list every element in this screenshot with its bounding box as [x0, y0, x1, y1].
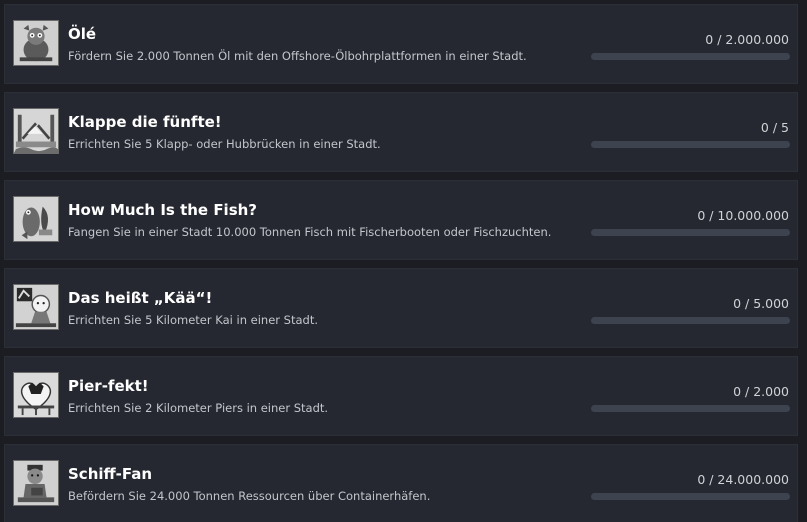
container-ship-icon	[13, 460, 59, 506]
achievement-title: Schiff-Fan	[68, 465, 153, 483]
quay-icon	[13, 284, 59, 330]
achievement-title: Ölé	[68, 25, 97, 43]
progress-bar	[591, 53, 790, 60]
progress-bar	[591, 493, 790, 500]
achievement-progress-text: 0 / 5	[760, 120, 789, 135]
achievement-card[interactable]: Schiff-Fan Befördern Sie 24.000 Tonnen R…	[4, 444, 798, 522]
achievement-card[interactable]: Ölé Fördern Sie 2.000 Tonnen Öl mit den …	[4, 4, 798, 84]
achievement-description: Errichten Sie 5 Klapp- oder Hubbrücken i…	[68, 137, 381, 151]
achievement-description: Errichten Sie 5 Kilometer Kai in einer S…	[68, 313, 318, 327]
progress-bar	[591, 141, 790, 148]
achievement-description: Befördern Sie 24.000 Tonnen Ressourcen ü…	[68, 489, 431, 503]
drawbridge-icon	[13, 108, 59, 154]
achievement-progress-text: 0 / 2.000.000	[705, 32, 789, 47]
achievement-progress-text: 0 / 10.000.000	[697, 208, 789, 223]
fish-icon	[13, 196, 59, 242]
achievement-title: Pier-fekt!	[68, 377, 149, 395]
achievement-card[interactable]: Klappe die fünfte! Errichten Sie 5 Klapp…	[4, 92, 798, 172]
achievement-title: Das heißt „Kää“!	[68, 289, 213, 307]
progress-bar	[591, 229, 790, 236]
achievement-card[interactable]: Das heißt „Kää“! Errichten Sie 5 Kilomet…	[4, 268, 798, 348]
achievement-description: Fangen Sie in einer Stadt 10.000 Tonnen …	[68, 225, 552, 239]
progress-bar	[591, 405, 790, 412]
achievement-description: Fördern Sie 2.000 Tonnen Öl mit den Offs…	[68, 49, 527, 63]
oil-platform-icon	[13, 20, 59, 66]
achievement-list: Ölé Fördern Sie 2.000 Tonnen Öl mit den …	[0, 0, 807, 522]
achievement-title: How Much Is the Fish?	[68, 201, 258, 219]
pier-icon	[13, 372, 59, 418]
achievement-card[interactable]: Pier-fekt! Errichten Sie 2 Kilometer Pie…	[4, 356, 798, 436]
achievement-progress-text: 0 / 5.000	[733, 296, 789, 311]
achievement-description: Errichten Sie 2 Kilometer Piers in einer…	[68, 401, 329, 415]
achievement-title: Klappe die fünfte!	[68, 113, 222, 131]
achievement-progress-text: 0 / 2.000	[733, 384, 789, 399]
achievement-progress-text: 0 / 24.000.000	[697, 472, 789, 487]
achievement-card[interactable]: How Much Is the Fish? Fangen Sie in eine…	[4, 180, 798, 260]
progress-bar	[591, 317, 790, 324]
